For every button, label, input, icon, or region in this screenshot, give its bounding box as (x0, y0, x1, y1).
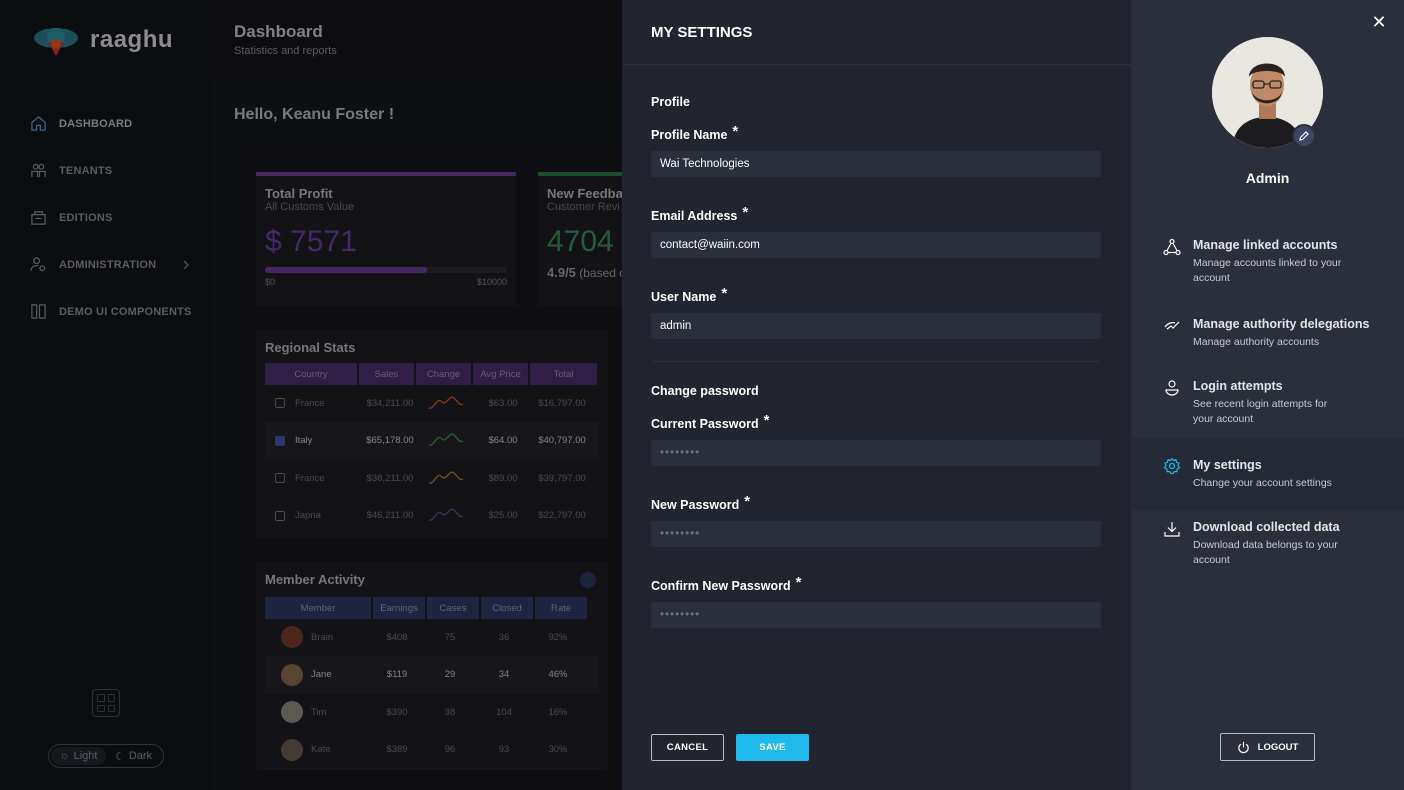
close-icon[interactable]: ✕ (1370, 13, 1388, 31)
menu-item-description: Manage accounts linked to your account (1193, 257, 1342, 284)
menu-item-login-attempts[interactable]: Login attempts See recent login attempts… (1131, 379, 1404, 427)
settings-gear-icon (1163, 457, 1181, 475)
logout-button[interactable]: LOGOUT (1220, 733, 1315, 761)
current-password-field[interactable] (651, 440, 1101, 466)
menu-item-title: Manage linked accounts (1193, 238, 1338, 252)
menu-item-download-collected-data[interactable]: Download collected data Download data be… (1131, 520, 1404, 568)
linked-accounts-icon (1163, 238, 1181, 256)
new-password-label: New Password * (651, 493, 751, 512)
confirm-password-field[interactable] (651, 602, 1101, 628)
my-settings-panel: MY SETTINGS Profile Profile Name* Email … (622, 0, 1131, 790)
email-address-label: Email Address * (651, 204, 749, 223)
confirm-password-label: Confirm New Password * (651, 574, 802, 593)
dashboard-background: raaghu DASHBOARD TENANTS EDITIONS ADMINI… (0, 0, 622, 790)
download-icon (1164, 522, 1180, 537)
profile-name-label: Profile Name * (651, 123, 739, 142)
menu-item-title: Download collected data (1193, 520, 1340, 534)
menu-item-manage-linked-accounts[interactable]: Manage linked accounts Manage accounts l… (1131, 238, 1404, 286)
user-display-name: Admin (1245, 170, 1290, 186)
current-password-label: Current Password * (651, 412, 770, 431)
menu-item-title: Login attempts (1193, 379, 1283, 393)
divider (651, 361, 1101, 362)
logout-label: LOGOUT (1257, 741, 1299, 753)
save-button[interactable]: SAVE (736, 734, 809, 761)
menu-item-description: See recent login attempts for your accou… (1193, 398, 1328, 425)
menu-item-title: Manage authority delegations (1193, 317, 1370, 331)
email-field[interactable] (651, 232, 1101, 258)
menu-item-my-settings[interactable]: My settings Change your account settings (1131, 438, 1404, 510)
account-panel: ✕ Admin Manage linked accounts Manage ac… (1131, 0, 1404, 790)
modal-backdrop[interactable] (0, 0, 622, 790)
user-name-label: User Name * (651, 285, 728, 304)
edit-avatar-button[interactable] (1292, 124, 1316, 148)
menu-item-description: Manage authority accounts (1193, 336, 1320, 348)
new-password-field[interactable] (651, 521, 1101, 547)
power-icon (1237, 741, 1249, 753)
cancel-button[interactable]: CANCEL (651, 734, 724, 761)
pencil-icon (1299, 131, 1309, 141)
delegation-icon (1164, 321, 1180, 330)
menu-item-description: Download data belongs to your account (1193, 539, 1338, 566)
profile-section-title: Profile (651, 95, 690, 109)
menu-item-description: Change your account settings (1193, 477, 1332, 489)
profile-name-field[interactable] (651, 151, 1101, 177)
menu-item-manage-authority-delegations[interactable]: Manage authority delegations Manage auth… (1131, 317, 1404, 350)
change-password-section-title: Change password (651, 384, 759, 398)
menu-item-title: My settings (1193, 458, 1262, 472)
login-attempts-icon (1165, 380, 1179, 396)
user-name-field[interactable] (651, 313, 1101, 339)
settings-title: MY SETTINGS (622, 0, 1131, 65)
